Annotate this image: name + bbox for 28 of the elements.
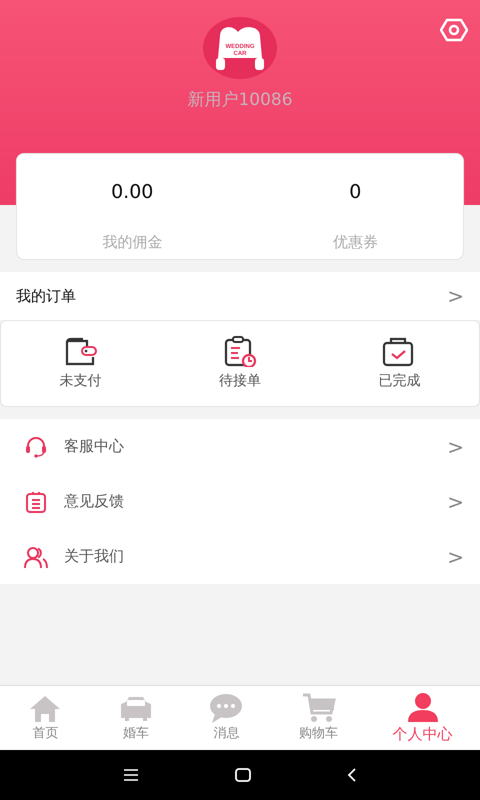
tab[interactable]: 个人中心 (365, 686, 480, 750)
order-status-item[interactable]: 已完成 (320, 321, 479, 406)
menu-item[interactable]: 意见反馈 > (0, 474, 480, 529)
tab[interactable]: 婚车 (90, 686, 182, 750)
stat-value: 0 (349, 180, 362, 205)
back-icon[interactable] (347, 768, 357, 782)
username: 新用户10086 (187, 89, 293, 112)
order-status-item[interactable]: 待接单 (160, 321, 320, 406)
chevron-icon: > (447, 486, 464, 516)
cart-icon (300, 692, 337, 724)
stat-label: 我的佣金 (102, 232, 162, 252)
order-status-item[interactable]: 未支付 (1, 321, 160, 406)
tab[interactable]: 首页 (0, 686, 91, 750)
menu-icon[interactable] (123, 769, 139, 781)
note-icon (24, 490, 48, 514)
tab[interactable]: 消息 (181, 686, 272, 750)
menu-item[interactable]: 客服中心 > (0, 419, 480, 474)
stat-value: 0.00 (111, 180, 154, 205)
stat-label: 优惠券 (332, 232, 378, 252)
people-icon (24, 544, 48, 568)
headset-icon (24, 434, 48, 458)
orders-row[interactable]: 我的订单 > (0, 272, 480, 320)
chat-icon (208, 692, 244, 724)
tab[interactable]: 购物车 (272, 686, 366, 750)
chevron-icon: > (447, 432, 464, 462)
chevron-icon: > (447, 542, 464, 572)
menu-item[interactable]: 关于我们 > (0, 529, 480, 584)
home-icon[interactable] (235, 768, 251, 782)
